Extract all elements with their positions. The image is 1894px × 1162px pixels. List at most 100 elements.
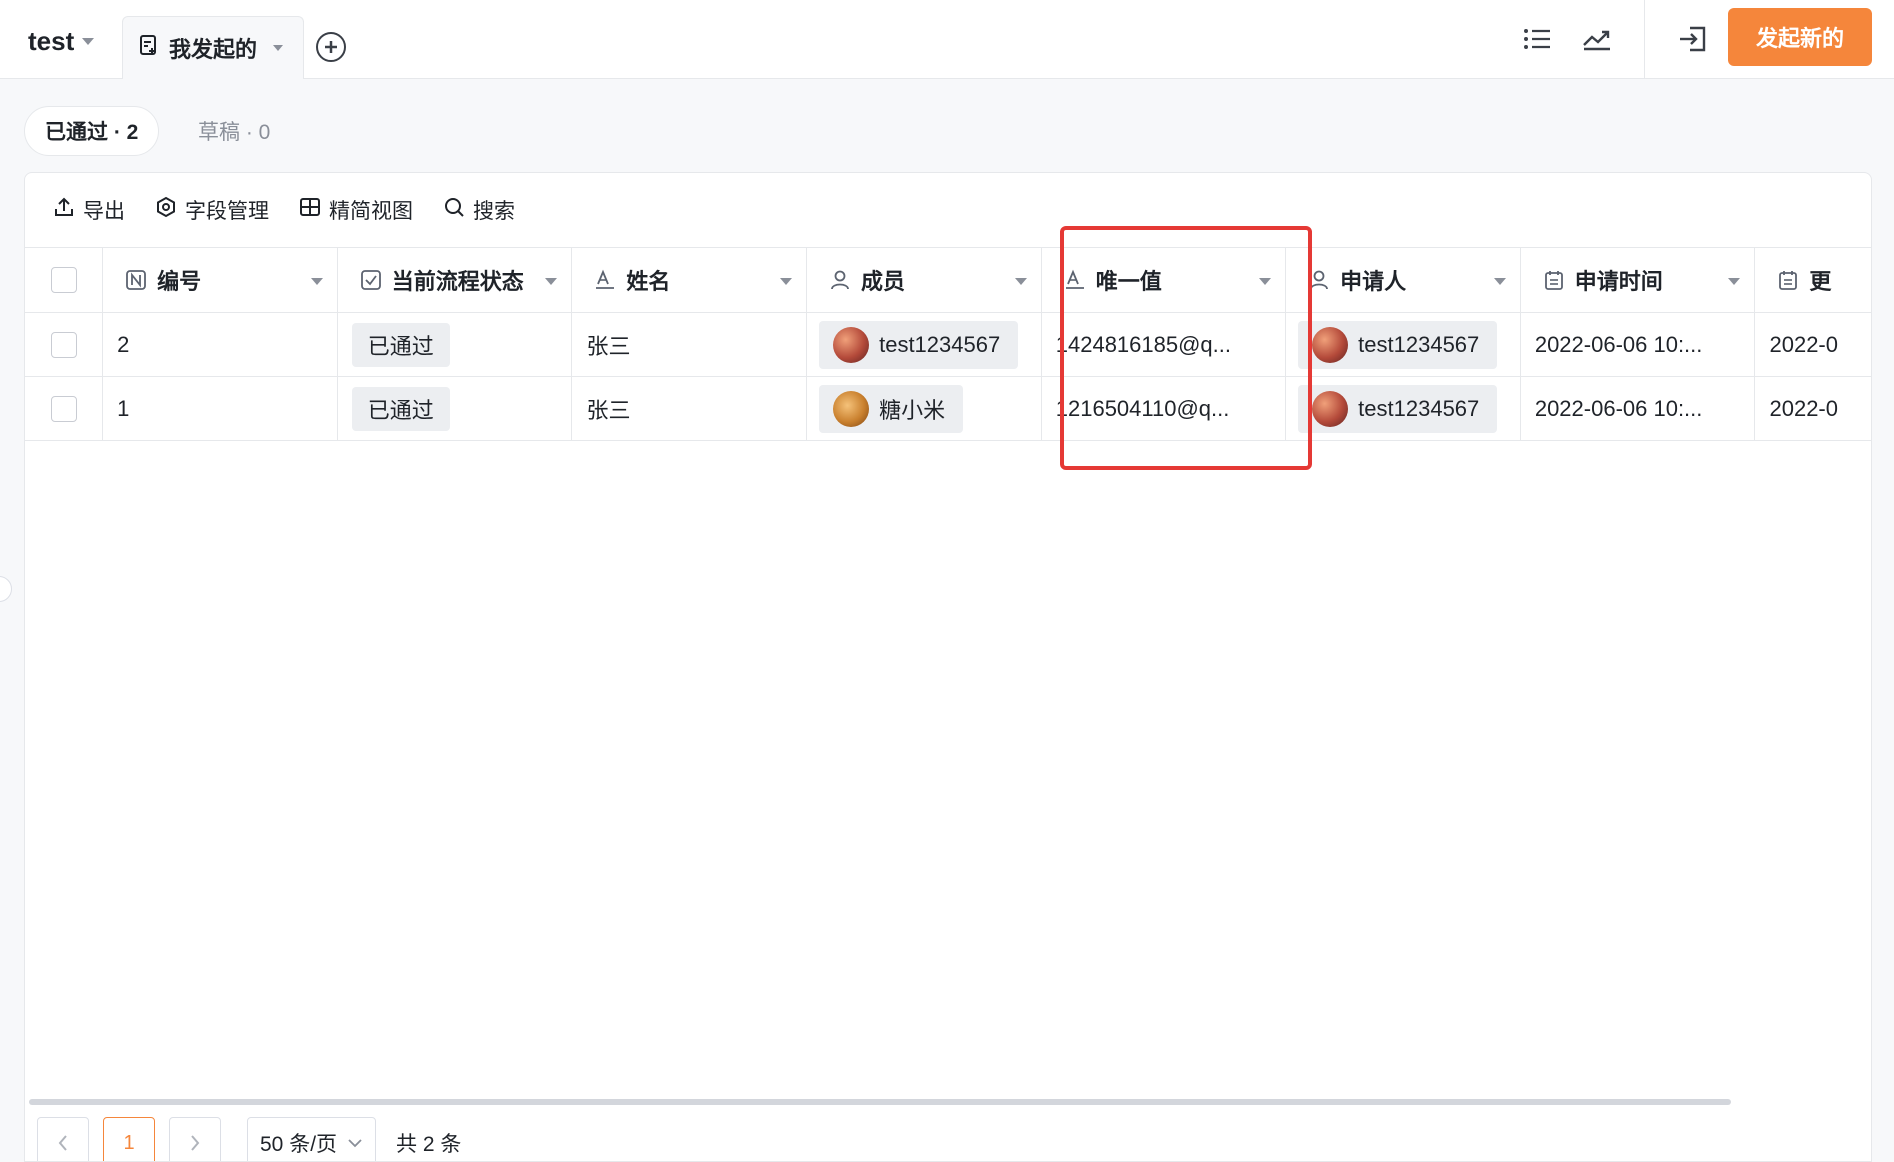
column-header-status[interactable]: 当前流程状态: [338, 248, 573, 312]
column-label: 申请人: [1340, 269, 1407, 294]
cell-name: 张三: [572, 313, 808, 376]
trend-icon[interactable]: [1580, 22, 1614, 56]
records-table: 编号 当前流程状态 姓名 成员 唯一值 申请人 申请时间 更 2 已通过 张三 …: [25, 247, 1871, 441]
search-icon: [443, 196, 465, 224]
start-new-button[interactable]: 发起新的: [1728, 8, 1872, 66]
cell-status: 已通过: [338, 377, 573, 440]
field-settings-button[interactable]: 字段管理: [155, 195, 269, 225]
page-size-value: 50 条/页: [260, 1133, 338, 1156]
cell-update-time: 2022-0: [1769, 331, 1838, 357]
row-checkbox[interactable]: [50, 331, 77, 358]
table-row[interactable]: 2 已通过 张三 test1234567 1424816185@q... tes…: [25, 313, 1871, 377]
horizontal-scrollbar[interactable]: [29, 1099, 1731, 1105]
top-bar: test 我发起的 发起新的: [0, 0, 1894, 79]
page-size-select[interactable]: 50 条/页: [247, 1117, 377, 1161]
column-label: 当前流程状态: [391, 269, 524, 294]
caret-down-icon[interactable]: [1728, 278, 1741, 285]
field-settings-label: 字段管理: [185, 200, 269, 223]
grid-icon: [299, 196, 321, 224]
applicant-chip[interactable]: test1234567: [1298, 320, 1498, 369]
checkbox-field-icon: [360, 269, 382, 291]
date-field-icon: [1543, 269, 1565, 291]
table-header-row: 编号 当前流程状态 姓名 成员 唯一值 申请人 申请时间 更: [25, 247, 1871, 313]
applicant-name: test1234567: [1358, 395, 1480, 421]
form-icon: [139, 34, 159, 62]
number-field-icon: [125, 269, 147, 291]
column-header-update-time[interactable]: 更: [1755, 248, 1871, 312]
page-button-current[interactable]: 1: [103, 1117, 155, 1161]
caret-down-icon[interactable]: [310, 278, 323, 285]
compact-view-button[interactable]: 精简视图: [299, 195, 413, 225]
applicant-chip[interactable]: test1234567: [1298, 384, 1498, 433]
export-icon: [53, 196, 75, 224]
divider: [1644, 0, 1645, 79]
column-label: 更: [1809, 269, 1832, 294]
row-select-cell: [25, 377, 104, 440]
column-header-name[interactable]: 姓名: [572, 248, 808, 312]
column-header-member[interactable]: 成员: [807, 248, 1042, 312]
tab-label: 我发起的: [169, 37, 258, 62]
date-field-icon: [1777, 269, 1799, 291]
status-badge: 已通过: [351, 322, 450, 367]
column-label: 成员: [861, 269, 906, 294]
add-circle-icon[interactable]: [316, 32, 346, 62]
settings-icon: [155, 196, 177, 224]
caret-down-icon: [82, 38, 95, 45]
caret-down-icon[interactable]: [273, 45, 284, 51]
export-label: 导出: [83, 200, 125, 223]
row-checkbox[interactable]: [50, 395, 77, 422]
chevron-left-icon: [58, 1135, 67, 1151]
column-header-id[interactable]: 编号: [103, 248, 338, 312]
cell-apply-time: 2022-06-06 10:...: [1521, 377, 1756, 440]
prev-page-button[interactable]: [37, 1117, 89, 1161]
exit-icon[interactable]: [1676, 22, 1710, 56]
export-button[interactable]: 导出: [53, 195, 125, 225]
caret-down-icon[interactable]: [780, 278, 793, 285]
cell-member: test1234567: [807, 313, 1042, 376]
cell-name: 张三: [572, 377, 808, 440]
text-field-icon: [594, 269, 616, 291]
caret-down-icon[interactable]: [545, 278, 558, 285]
cell-id: 2: [103, 313, 338, 376]
search-button[interactable]: 搜索: [443, 195, 515, 225]
annotation-highlight-box: [1060, 226, 1312, 470]
select-all-checkbox[interactable]: [50, 267, 77, 293]
filter-approved[interactable]: 已通过 · 2: [24, 106, 160, 156]
table-toolbar: 导出 字段管理 精简视图 搜索: [25, 173, 1871, 247]
cell-id: 1: [103, 377, 338, 440]
member-chip[interactable]: test1234567: [819, 320, 1019, 369]
caret-down-icon[interactable]: [1014, 278, 1027, 285]
column-label: 编号: [157, 269, 202, 294]
pagination: 1 50 条/页 共 2 条: [37, 1117, 462, 1161]
chevron-right-icon: [191, 1135, 200, 1151]
next-page-button[interactable]: [169, 1117, 221, 1161]
filter-draft[interactable]: 草稿 · 0: [198, 106, 270, 156]
member-name: 糖小米: [879, 397, 946, 423]
caret-down-icon[interactable]: [1493, 278, 1506, 285]
cell-apply-time: 2022-06-06 10:...: [1521, 313, 1756, 376]
avatar: [833, 326, 870, 363]
column-label: 申请时间: [1574, 269, 1663, 294]
cell-member: 糖小米: [807, 377, 1042, 440]
column-header-applicant[interactable]: 申请人: [1286, 248, 1521, 312]
list-view-icon[interactable]: [1520, 22, 1554, 56]
person-field-icon: [829, 269, 851, 291]
member-chip[interactable]: 糖小米: [819, 384, 964, 433]
avatar: [1312, 326, 1349, 363]
search-label: 搜索: [473, 200, 515, 223]
member-name: test1234567: [879, 331, 1001, 357]
app-switcher[interactable]: test: [28, 26, 95, 57]
compact-view-label: 精简视图: [329, 200, 413, 223]
sidebar-toggle-handle[interactable]: [0, 576, 12, 602]
column-label: 姓名: [626, 269, 671, 294]
column-header-apply-time[interactable]: 申请时间: [1521, 248, 1756, 312]
table-row[interactable]: 1 已通过 张三 糖小米 1216504110@q... test1234567…: [25, 377, 1871, 441]
total-count: 共 2 条: [396, 1133, 462, 1156]
row-select-cell: [25, 313, 104, 376]
chevron-down-icon: [348, 1139, 362, 1148]
cell-status: 已通过: [338, 313, 573, 376]
app-title: test: [28, 26, 75, 56]
tab-my-initiated[interactable]: 我发起的: [122, 16, 304, 79]
select-all-cell: [25, 248, 104, 312]
avatar: [1312, 390, 1349, 427]
